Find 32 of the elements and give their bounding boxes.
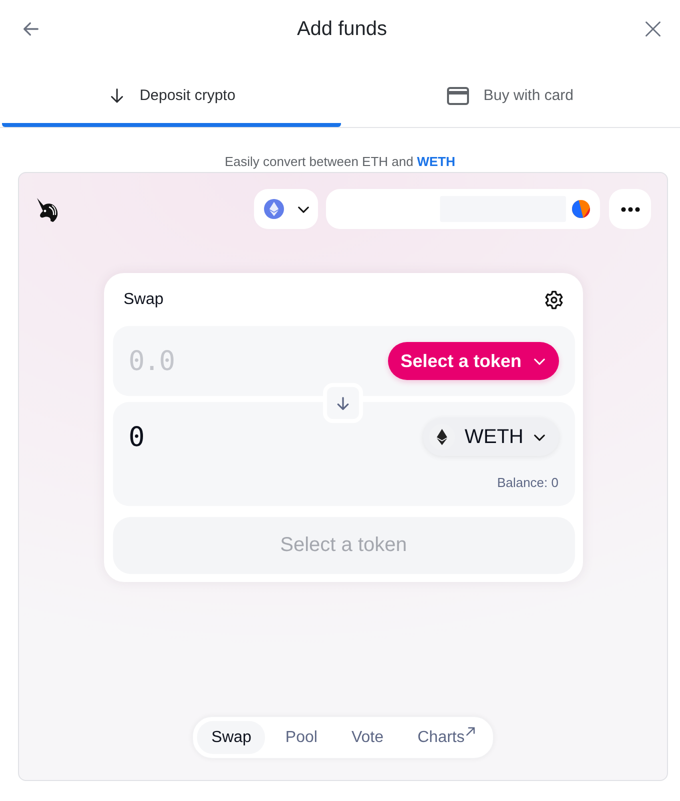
account-button[interactable]: [326, 189, 600, 229]
more-button[interactable]: [609, 189, 651, 229]
nav-tab[interactable]: Vote: [337, 721, 398, 754]
token-button[interactable]: WETH: [422, 418, 558, 456]
convert-hint: Easily convert between ETH and WETH: [224, 154, 456, 169]
chevron-down-icon: [534, 358, 544, 364]
avatar-icon: [572, 200, 590, 218]
chevron-down-icon: [298, 206, 308, 212]
close-icon: [644, 20, 662, 38]
swap-direction-button[interactable]: [322, 383, 362, 423]
unicorn-icon: [35, 196, 59, 222]
swap-title: Swap: [124, 291, 164, 309]
window-title: Add funds: [296, 18, 388, 40]
settings-button[interactable]: [544, 290, 564, 310]
tab[interactable]: Deposit crypto: [2, 68, 341, 127]
settings-icon: [544, 290, 564, 310]
balance-text: Balance: 0: [497, 474, 558, 490]
nav-tab[interactable]: Pool: [271, 721, 332, 754]
external-link-icon: [466, 727, 475, 736]
token-link[interactable]: WETH: [416, 154, 456, 169]
chevron-down-icon: [534, 434, 544, 440]
buy-panel[interactable]: 0 WETH Balance: 0: [112, 402, 574, 506]
arrow-down-icon: [336, 396, 348, 410]
ellipsis-icon: [620, 206, 640, 212]
select-token-button[interactable]: Select a token: [388, 342, 558, 380]
buy-amount-input[interactable]: 0: [128, 419, 423, 455]
credit-card-icon: [447, 86, 470, 104]
diamond-coin-icon: [264, 199, 284, 219]
nav-tab[interactable]: Swap: [197, 721, 266, 754]
network-button[interactable]: [254, 189, 318, 229]
nav-tab[interactable]: Charts: [403, 721, 489, 754]
tab[interactable]: Buy with card: [341, 68, 680, 127]
